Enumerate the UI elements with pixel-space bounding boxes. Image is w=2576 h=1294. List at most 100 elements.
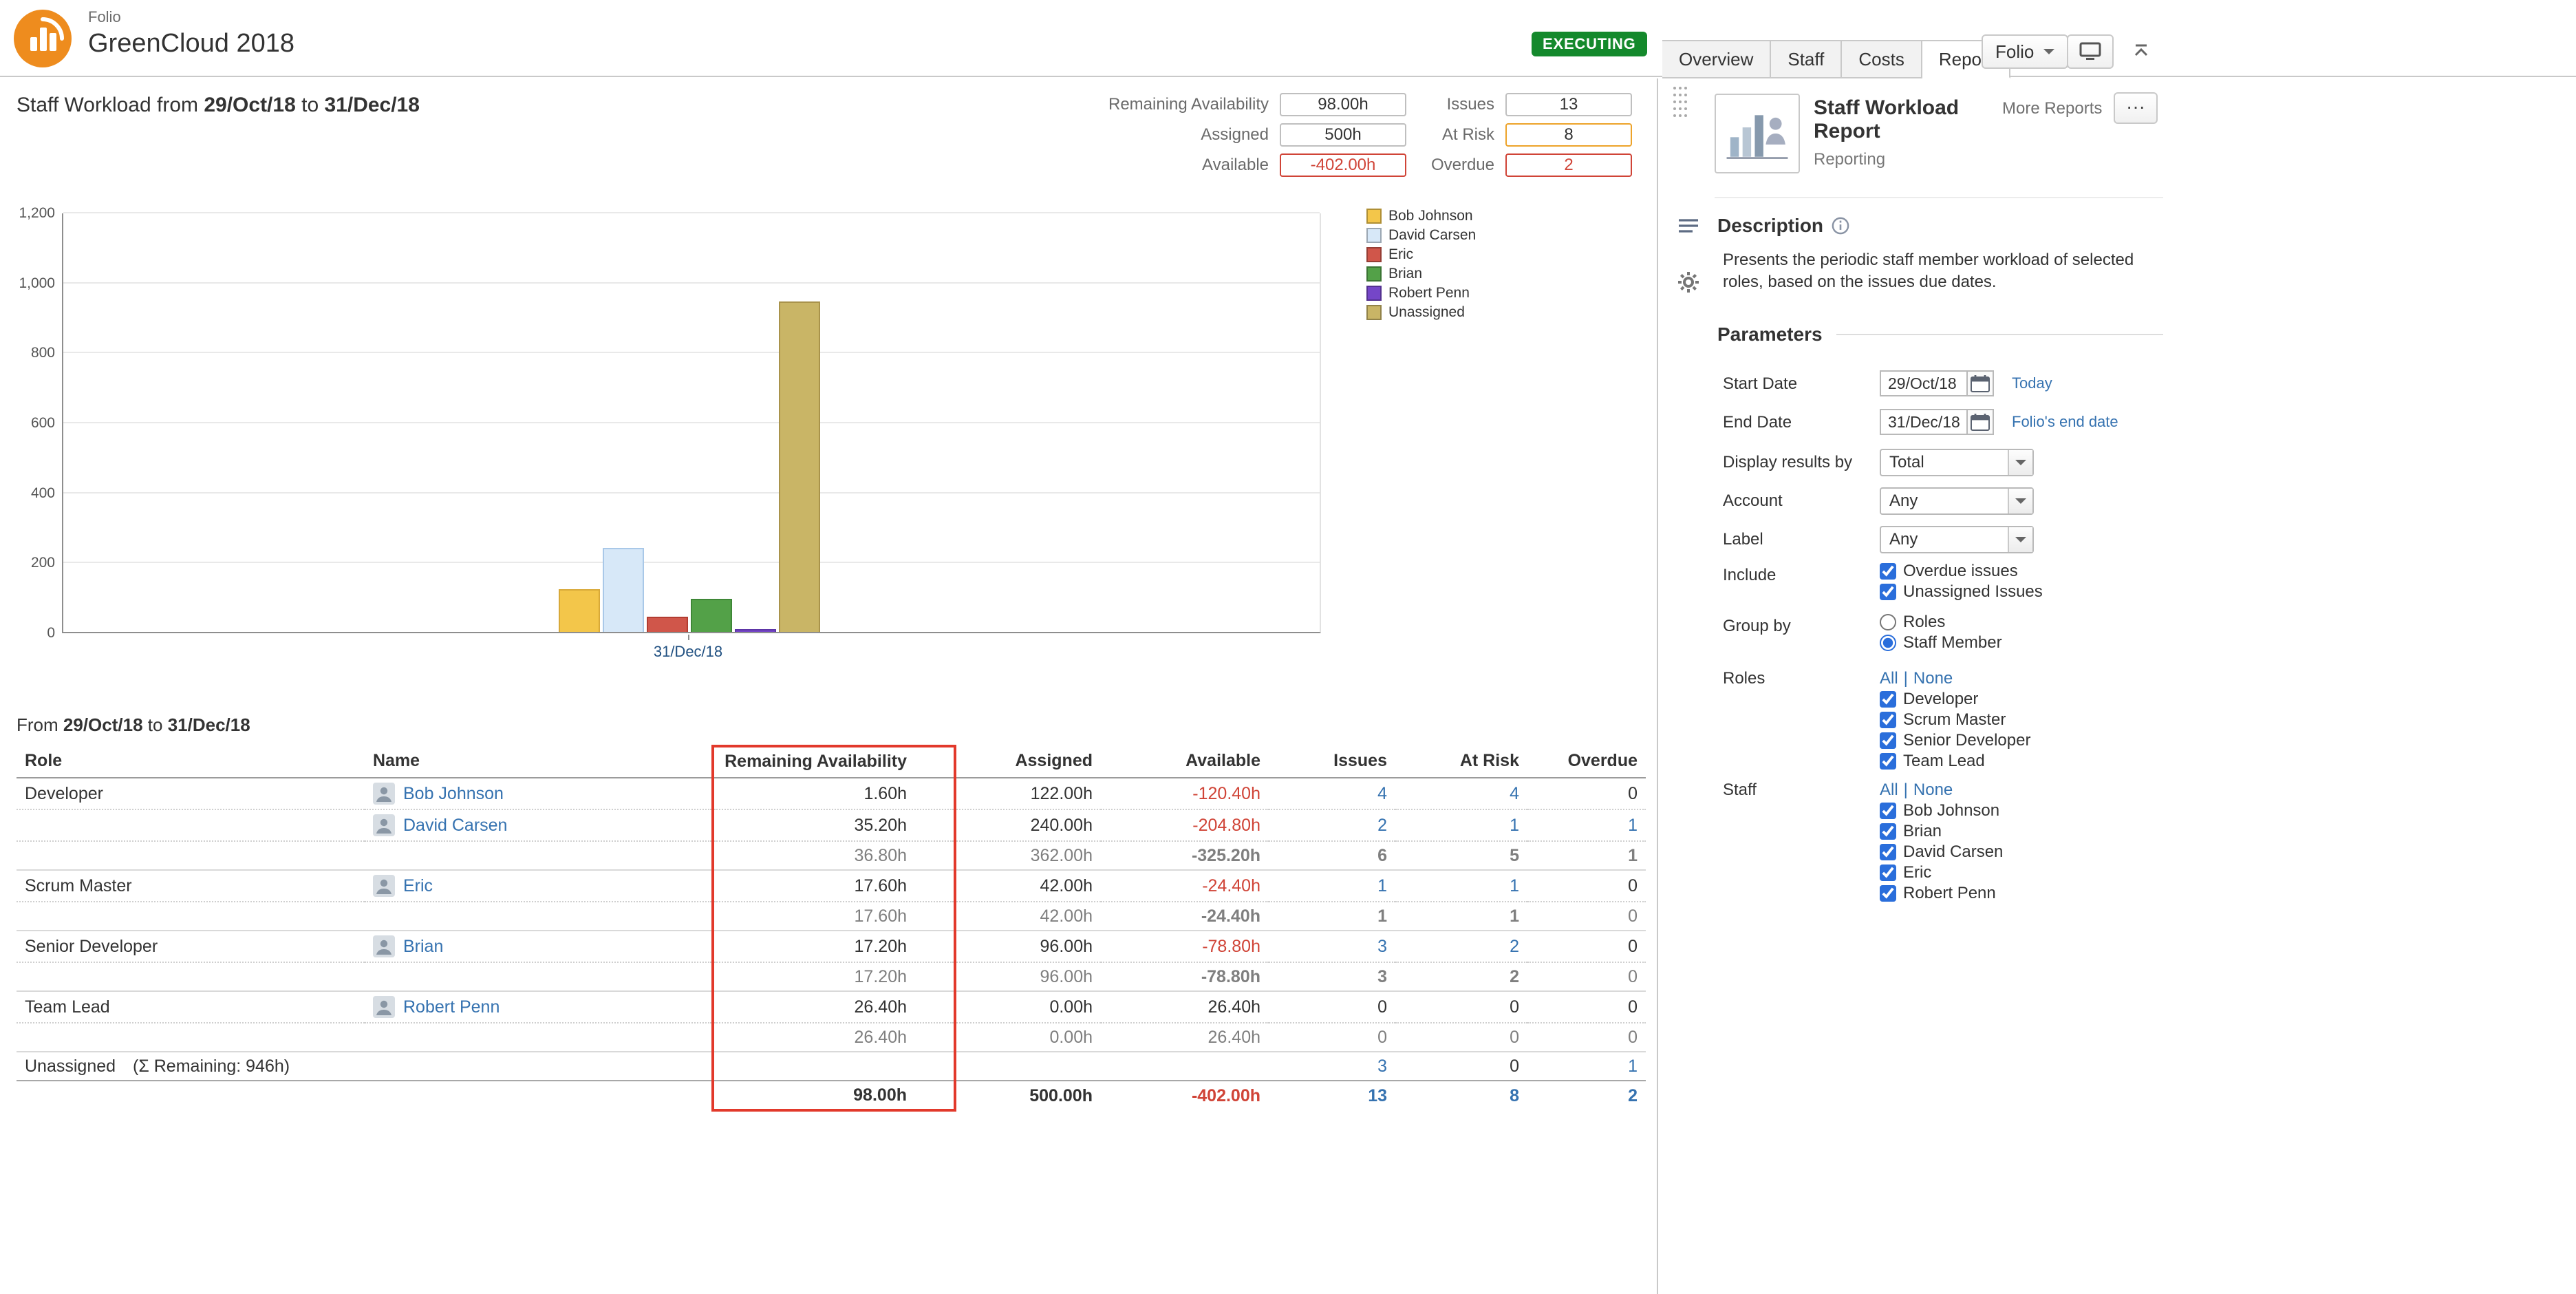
chevron-down-icon[interactable] <box>2008 527 2032 552</box>
today-link[interactable]: Today <box>2012 374 2052 392</box>
issues-cell: 0 <box>1269 1023 1395 1052</box>
atrisk-cell[interactable]: 1 <box>1395 809 1527 841</box>
collapse-header-button[interactable] <box>2130 40 2152 62</box>
issues-cell[interactable]: 3 <box>1269 1052 1395 1081</box>
role-option: Senior Developer <box>1880 731 2030 750</box>
role-checkbox[interactable] <box>1880 753 1896 770</box>
staff-checkbox[interactable] <box>1880 803 1896 819</box>
member-link[interactable]: Robert Penn <box>403 996 500 1018</box>
assigned-cell: 122.00h <box>955 778 1101 809</box>
member-link[interactable]: Brian <box>403 935 443 957</box>
tab[interactable]: Costs <box>1842 40 1922 78</box>
calendar-icon[interactable] <box>1968 409 1994 435</box>
account-select[interactable]: Any <box>1880 487 2034 515</box>
issues-cell[interactable]: 2 <box>1269 809 1395 841</box>
issues-cell[interactable]: 1 <box>1269 870 1395 902</box>
summary-field: Issues 13 <box>1426 89 1632 120</box>
issues-cell[interactable]: 4 <box>1269 778 1395 809</box>
staff-checkbox[interactable] <box>1880 885 1896 902</box>
include-label: Include <box>1723 566 1776 585</box>
role-checkbox[interactable] <box>1880 732 1896 749</box>
staff-none-link[interactable]: None <box>1913 781 1953 799</box>
staff-checkbox[interactable] <box>1880 823 1896 840</box>
overdue-cell[interactable]: 1 <box>1527 809 1646 841</box>
label-filter-label: Label <box>1723 530 1763 549</box>
atrisk-cell[interactable]: 8 <box>1395 1081 1527 1110</box>
calendar-icon[interactable] <box>1968 370 1994 396</box>
settings-button[interactable] <box>1675 268 1702 296</box>
issues-cell[interactable]: 13 <box>1269 1081 1395 1110</box>
display-results-select[interactable]: Total <box>1880 449 2034 476</box>
atrisk-cell[interactable]: 5 <box>1395 841 1527 870</box>
more-options-button[interactable]: ··· <box>2114 92 2158 124</box>
description-text: Presents the periodic staff member workl… <box>1723 249 2152 293</box>
legend-swatch <box>1366 228 1382 243</box>
summary-right: Issues 13 At Risk 8 Overdue 2 <box>1426 89 1632 180</box>
report-content: Staff Workload from 29/Oct/18 to 31/Dec/… <box>0 78 1657 1294</box>
issues-cell[interactable]: 3 <box>1269 962 1395 991</box>
more-reports-link[interactable]: More Reports <box>2002 99 2102 118</box>
chevron-down-icon[interactable] <box>2008 450 2032 475</box>
tab[interactable]: Staff <box>1771 40 1842 78</box>
assigned-cell: 96.00h <box>955 931 1101 962</box>
name-cell: David Carsen <box>365 809 713 841</box>
start-date-input[interactable] <box>1880 370 1968 396</box>
report-title: Staff Workload Report <box>1814 96 2020 143</box>
chart-gridline <box>63 282 1320 284</box>
description-panel-button[interactable] <box>1675 213 1702 241</box>
role-checkbox[interactable] <box>1880 712 1896 728</box>
remaining-cell: 17.60h <box>713 870 955 902</box>
legend-item: Brian <box>1366 266 1476 282</box>
issues-cell[interactable]: 1 <box>1269 902 1395 931</box>
include-checkbox[interactable] <box>1880 563 1896 580</box>
member-link[interactable]: Eric <box>403 875 433 897</box>
assigned-cell: 96.00h <box>955 962 1101 991</box>
workload-chart: 02004006008001,0001,200 31/Dec/18 Bob Jo… <box>17 205 1640 680</box>
tab[interactable]: Overview <box>1662 40 1771 78</box>
atrisk-cell[interactable]: 2 <box>1395 962 1527 991</box>
overdue-cell: 0 <box>1527 902 1646 931</box>
monitor-button[interactable] <box>2067 34 2114 69</box>
atrisk-cell[interactable]: 1 <box>1395 870 1527 902</box>
table-row: David Carsen 35.20h 240.00h -204.80h 2 1… <box>17 809 1646 841</box>
staff-all-link[interactable]: All <box>1880 781 1898 799</box>
atrisk-cell[interactable]: 4 <box>1395 778 1527 809</box>
atrisk-cell[interactable]: 1 <box>1395 902 1527 931</box>
issues-cell[interactable]: 3 <box>1269 931 1395 962</box>
chart-legend: Bob Johnson David Carsen Eric Br <box>1366 208 1476 321</box>
roles-all-link[interactable]: All <box>1880 669 1898 688</box>
include-options: Overdue issues Unassigned Issues <box>1880 562 2043 602</box>
role-cell: Developer <box>17 778 365 809</box>
staff-checkbox[interactable] <box>1880 844 1896 860</box>
roles-none-link[interactable]: None <box>1913 669 1953 688</box>
table-row: Team Lead Robert Penn <box>17 991 1646 1023</box>
chevron-down-icon[interactable] <box>2008 489 2032 513</box>
legend-swatch <box>1366 209 1382 224</box>
folio-end-date-link[interactable]: Folio's end date <box>2012 413 2118 431</box>
staff-checkbox[interactable] <box>1880 865 1896 881</box>
folio-menu-button[interactable]: Folio <box>1982 34 2068 69</box>
status-badge: EXECUTING <box>1532 32 1647 56</box>
table-row: Unassigned (Σ Remaining: 946h) 3 0 1 <box>17 1052 1646 1081</box>
label-select[interactable]: Any <box>1880 526 2034 553</box>
member-link[interactable]: Bob Johnson <box>403 783 504 805</box>
issues-cell[interactable]: 6 <box>1269 841 1395 870</box>
overdue-cell[interactable]: 1 <box>1527 1052 1646 1081</box>
member-link[interactable]: David Carsen <box>403 814 507 836</box>
role-checkbox[interactable] <box>1880 691 1896 708</box>
end-date-input[interactable] <box>1880 409 1968 435</box>
info-icon[interactable] <box>1832 217 1849 235</box>
table-row: Senior Developer Brian <box>17 931 1646 962</box>
atrisk-cell[interactable]: 2 <box>1395 931 1527 962</box>
drag-handle[interactable] <box>1672 85 1688 127</box>
group-by-radio[interactable] <box>1880 635 1896 651</box>
overdue-cell[interactable]: 2 <box>1527 1081 1646 1110</box>
overdue-cell[interactable]: 1 <box>1527 841 1646 870</box>
table-header-row: Role Name Remaining Availability Assigne… <box>17 746 1646 778</box>
account-label: Account <box>1723 491 1783 511</box>
group-by-radio[interactable] <box>1880 614 1896 630</box>
folio-logo <box>14 10 72 67</box>
include-checkbox[interactable] <box>1880 584 1896 600</box>
overdue-cell: 0 <box>1527 1023 1646 1052</box>
remaining-cell: 1.60h <box>713 778 955 809</box>
